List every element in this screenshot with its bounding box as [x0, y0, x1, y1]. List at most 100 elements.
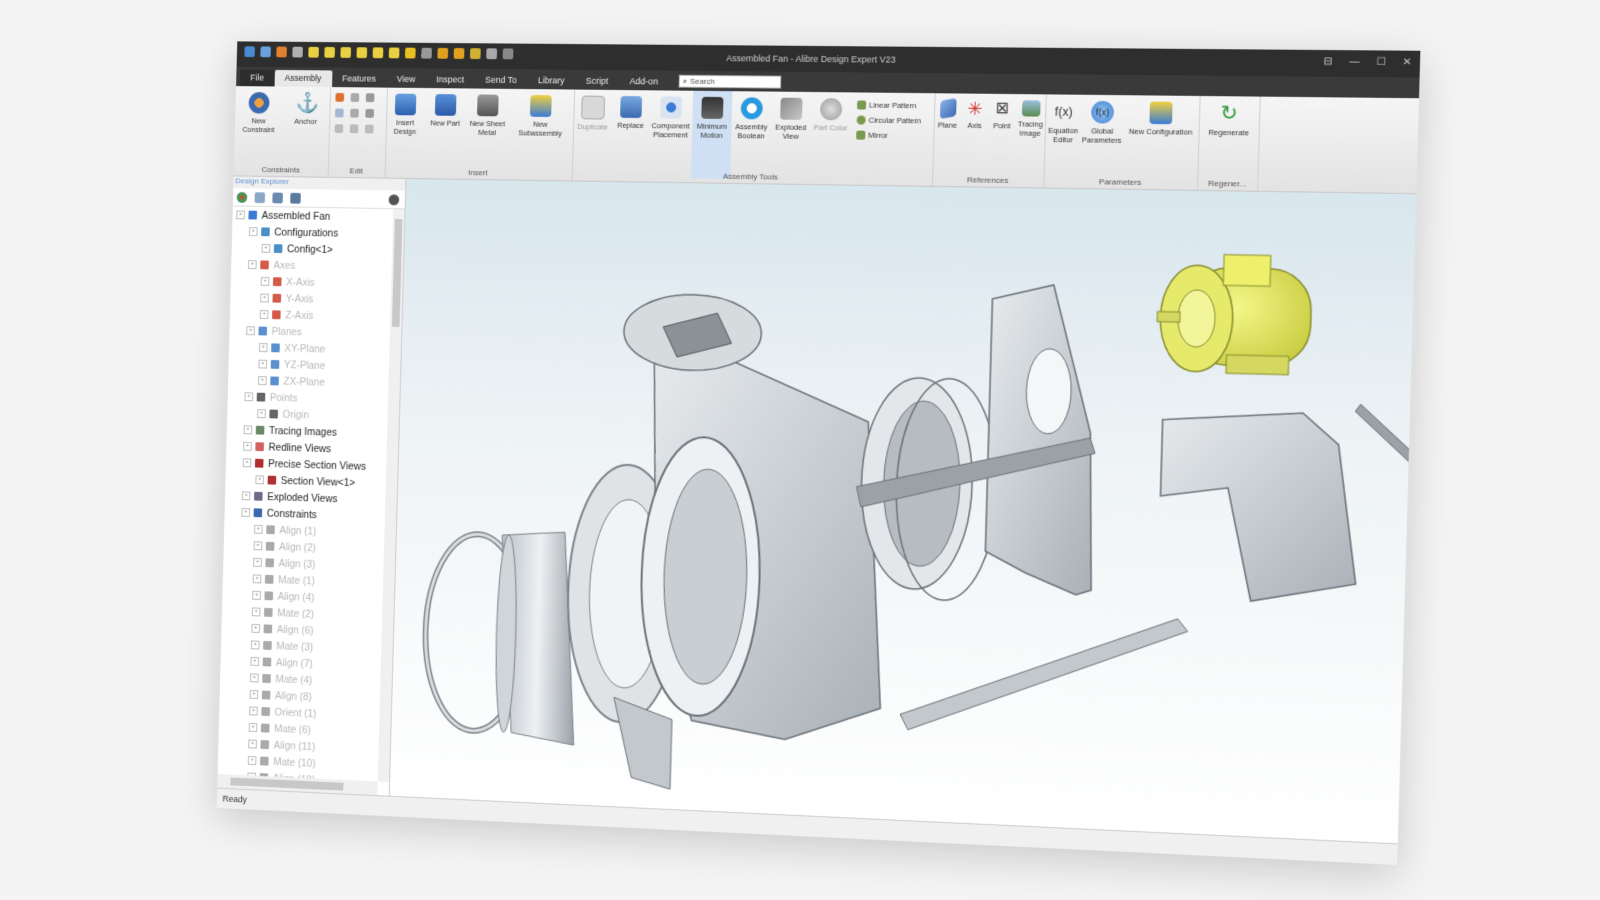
anchor-button[interactable]: ⚓ Anchor — [282, 92, 330, 126]
linear-pattern-button[interactable]: Linear Pattern — [857, 100, 916, 110]
plane-button[interactable]: Plane — [934, 99, 962, 130]
expand-toggle-icon[interactable]: + — [260, 310, 269, 319]
filter-button[interactable] — [365, 125, 374, 134]
electric-motor[interactable] — [1156, 253, 1313, 375]
new-subassembly-button[interactable]: New Subassembly — [510, 95, 571, 138]
maximize-icon[interactable]: ☐ — [1376, 57, 1386, 68]
expand-toggle-icon[interactable]: + — [262, 244, 271, 253]
tab-assembly[interactable]: Assembly — [274, 70, 332, 87]
component-placement-button[interactable]: Component Placement — [649, 96, 693, 139]
redo-button[interactable] — [351, 93, 360, 102]
tab-send-to[interactable]: Send To — [474, 72, 527, 89]
minimize-icon[interactable]: — — [1349, 56, 1360, 67]
expand-toggle-icon[interactable]: + — [249, 706, 258, 715]
insert-design-button[interactable]: Insert Design — [386, 93, 425, 136]
new-sheet-metal-label: New Sheet Metal — [470, 119, 505, 137]
ribbon-toggle-icon[interactable]: ⊟ — [1323, 56, 1332, 67]
expand-toggle-icon[interactable]: + — [246, 326, 255, 335]
expand-toggle-icon[interactable]: + — [250, 657, 259, 666]
axes-icon — [260, 260, 269, 269]
fan-housing[interactable] — [611, 293, 891, 798]
expand-toggle-icon[interactable]: + — [254, 541, 263, 550]
expand-toggle-icon[interactable]: + — [255, 475, 264, 484]
expand-toggle-icon[interactable]: + — [250, 690, 259, 699]
expand-toggle-icon[interactable]: + — [249, 723, 258, 732]
expand-toggle-icon[interactable]: + — [258, 376, 267, 385]
expand-toggle-icon[interactable]: + — [244, 392, 253, 401]
gear-icon[interactable] — [389, 194, 400, 205]
tab-inspect[interactable]: Inspect — [426, 71, 475, 88]
expand-toggle-icon[interactable]: + — [243, 458, 252, 467]
expand-toggle-icon[interactable]: + — [248, 260, 257, 269]
motor-bracket[interactable] — [1158, 409, 1361, 604]
3d-viewport[interactable] — [390, 179, 1417, 843]
axis-button[interactable]: ✳ Axis — [961, 100, 989, 131]
expand-toggle-icon[interactable]: + — [249, 227, 258, 236]
search-input[interactable]: ⌕ Search — [678, 75, 781, 89]
duplicate-button[interactable]: Duplicate — [573, 95, 613, 131]
replace-button[interactable]: Replace — [612, 96, 650, 130]
expand-toggle-icon[interactable]: + — [242, 491, 251, 500]
new-sheet-metal-button[interactable]: New Sheet Metal — [466, 94, 509, 137]
tab-view[interactable]: View — [386, 71, 426, 88]
suppress-button[interactable] — [350, 124, 359, 133]
tab-add-on[interactable]: Add-on — [619, 73, 669, 90]
expand-toggle-icon[interactable]: + — [259, 343, 268, 352]
exploded-view-button[interactable]: Exploded View — [771, 98, 812, 141]
expand-toggle-icon[interactable]: + — [258, 360, 267, 369]
edit-button[interactable] — [365, 109, 374, 118]
circular-pattern-button[interactable]: Circular Pattern — [857, 116, 921, 126]
expand-toggle-icon[interactable]: + — [248, 739, 257, 748]
tab-library[interactable]: Library — [527, 72, 575, 89]
expand-toggle-icon[interactable]: + — [243, 442, 252, 451]
new-part-button[interactable]: New Part — [426, 94, 465, 128]
tree-node-label: Exploded Views — [267, 491, 338, 505]
tab-script[interactable]: Script — [575, 73, 619, 90]
tree-icon[interactable] — [290, 192, 301, 203]
undo-button[interactable] — [335, 93, 344, 102]
view-icon[interactable] — [255, 192, 266, 203]
expand-toggle-icon[interactable]: + — [260, 294, 269, 303]
expand-toggle-icon[interactable]: + — [254, 525, 263, 534]
scroll-thumb[interactable] — [392, 219, 403, 327]
tracing-image-button[interactable]: Tracing Image — [1015, 100, 1046, 138]
assembly-boolean-button[interactable]: Assembly Boolean — [731, 97, 772, 140]
inlet-cone[interactable] — [494, 530, 580, 745]
expand-toggle-icon[interactable]: + — [251, 624, 260, 633]
expand-toggle-icon[interactable]: + — [236, 210, 245, 219]
regenerate-button[interactable]: ↻ Regenerate — [1203, 102, 1256, 137]
group-label-parameters: Parameters — [1043, 176, 1197, 187]
select-all-button[interactable] — [335, 109, 344, 118]
delete-button[interactable] — [350, 109, 359, 118]
equation-editor-button[interactable]: f(x) Equation Editor — [1044, 100, 1082, 144]
expand-toggle-icon[interactable]: + — [253, 558, 262, 567]
tab-features[interactable]: Features — [332, 70, 387, 87]
minimum-motion-button[interactable]: Minimum Motion — [691, 91, 733, 179]
point-button[interactable]: ⊠ Point — [988, 100, 1016, 131]
expand-toggle-icon[interactable]: + — [250, 673, 259, 682]
expand-toggle-icon[interactable]: + — [252, 591, 261, 600]
part-color-button[interactable]: Part Color — [811, 98, 852, 133]
expand-toggle-icon[interactable]: + — [252, 607, 261, 616]
hide-button[interactable] — [335, 124, 344, 133]
display-icon[interactable] — [272, 192, 283, 203]
tree-node-label: Align (4) — [278, 590, 315, 603]
close-icon[interactable]: ✕ — [1403, 57, 1412, 68]
tracing-images-icon — [256, 426, 265, 435]
new-configuration-button[interactable]: New Configuration — [1124, 101, 1197, 136]
color-icon[interactable] — [237, 191, 248, 202]
expand-toggle-icon[interactable]: + — [241, 508, 250, 517]
expand-toggle-icon[interactable]: + — [257, 409, 266, 418]
expand-toggle-icon[interactable]: + — [261, 277, 270, 286]
global-parameters-button[interactable]: f(x) Global Parameters — [1081, 101, 1123, 145]
mirror-button[interactable]: Mirror — [856, 131, 888, 140]
expand-toggle-icon[interactable]: + — [244, 425, 253, 434]
copy-button[interactable] — [366, 93, 375, 102]
new-constraint-button[interactable]: New Constraint — [235, 92, 283, 134]
loose-bar[interactable] — [1354, 404, 1414, 464]
expand-toggle-icon[interactable]: + — [248, 756, 257, 765]
tab-file[interactable]: File — [240, 70, 275, 87]
expand-toggle-icon[interactable]: + — [253, 574, 262, 583]
expand-toggle-icon[interactable]: + — [251, 640, 260, 649]
assembly-model[interactable] — [390, 179, 1417, 843]
